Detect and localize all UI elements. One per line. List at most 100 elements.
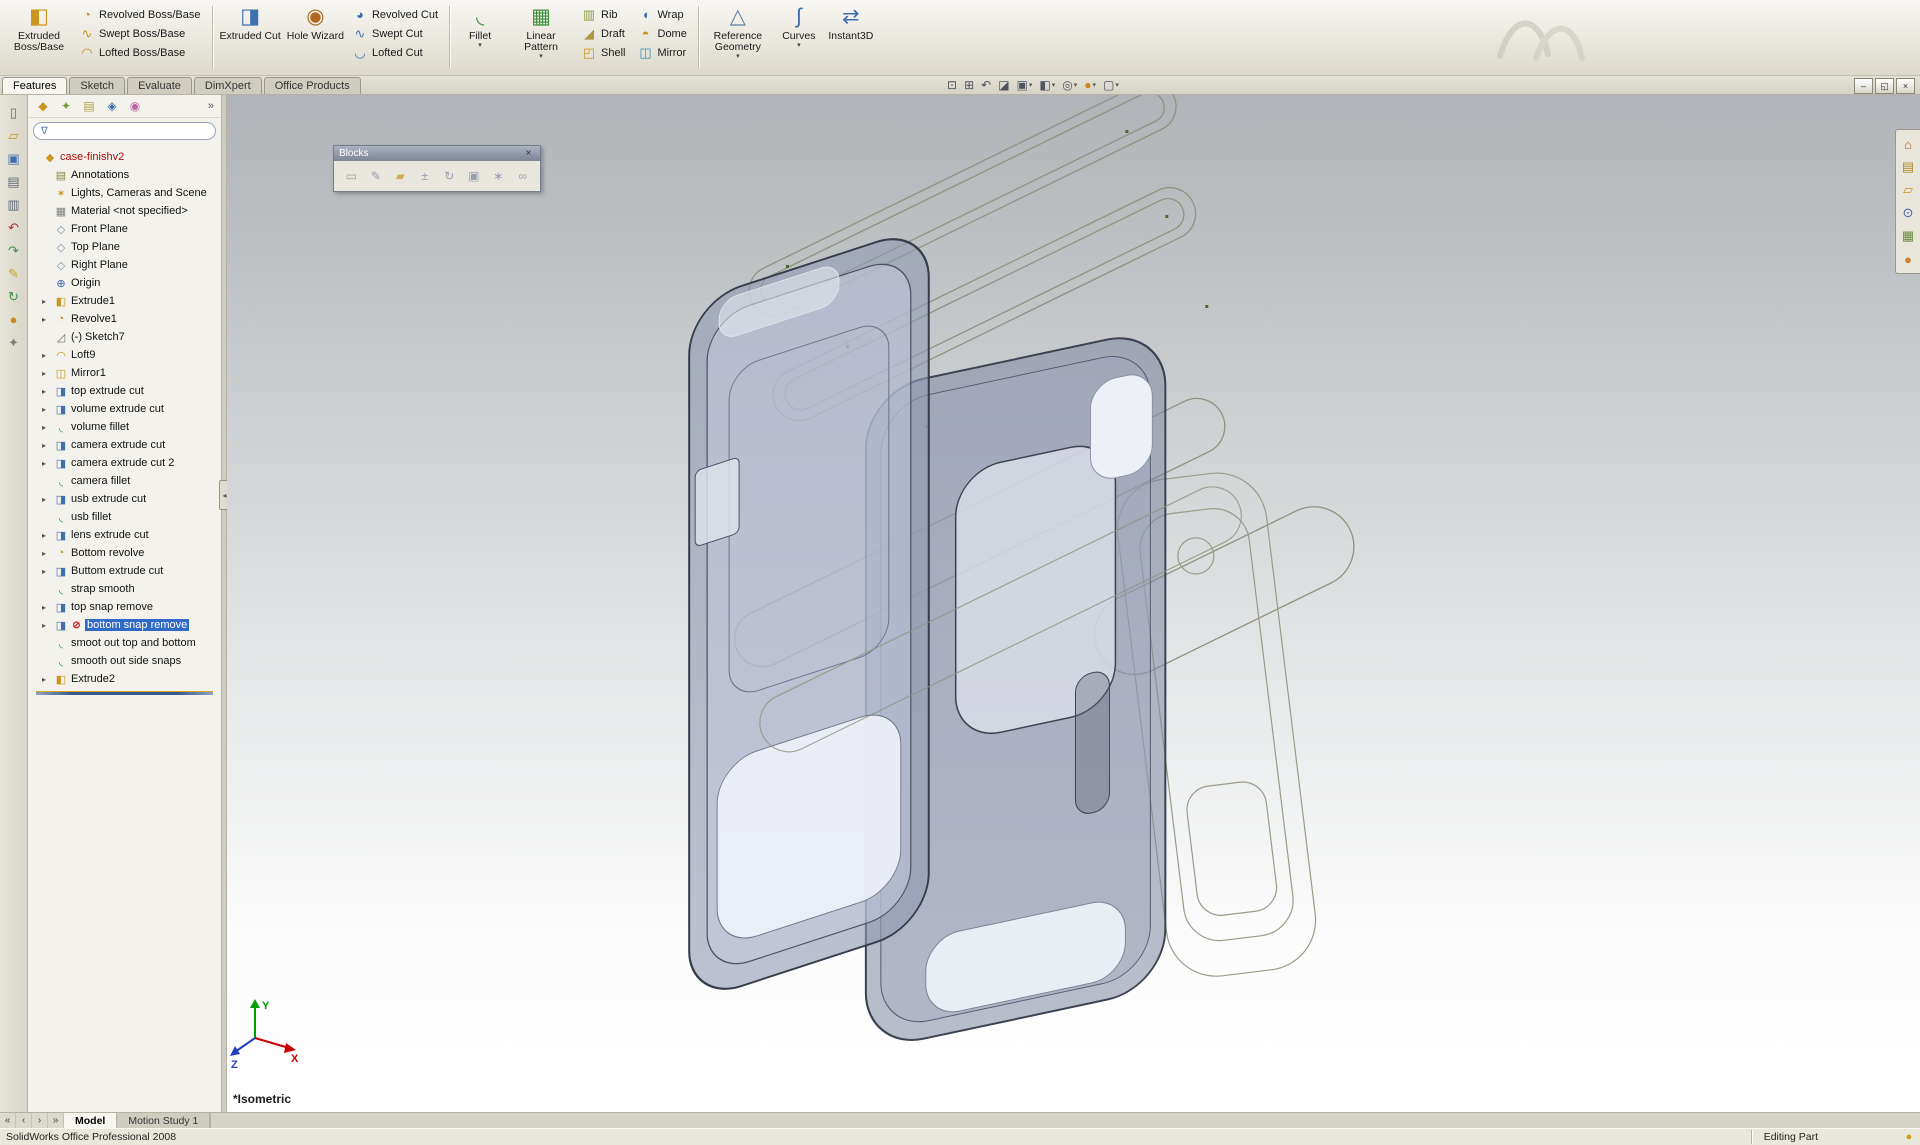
tree-item[interactable]: ▸ ◨ volume extrude cut	[28, 400, 221, 418]
tree-item[interactable]: ▸ ◨ lens extrude cut	[28, 526, 221, 544]
print-button[interactable]: ▤	[3, 172, 25, 191]
blocks-toolbar-titlebar[interactable]: Blocks ×	[334, 146, 540, 161]
dropdown-arrow-icon[interactable]: ▾	[478, 42, 482, 50]
undo-button[interactable]: ↶	[3, 218, 25, 237]
make-block-button[interactable]: ▭	[340, 165, 363, 186]
redo-button[interactable]: ↷	[3, 241, 25, 260]
tree-item[interactable]: ▸ ◟ smoot out top and bottom	[28, 634, 221, 652]
search-button[interactable]: ⊙	[1896, 203, 1920, 223]
view-orientation-button[interactable]: ▣ ▾	[1015, 77, 1035, 93]
hole-wizard-button[interactable]: ◉ Hole Wizard	[284, 2, 347, 73]
edit-sketch-button[interactable]: ✎	[3, 264, 25, 283]
dropdown-arrow-icon[interactable]: ▾	[1029, 81, 1033, 89]
tree-item[interactable]: ▸ ◨ usb extrude cut	[28, 490, 221, 508]
command-tab[interactable]: Features	[2, 77, 68, 94]
mirror-button[interactable]: ◫ Mirror	[635, 44, 690, 61]
tree-item[interactable]: ▸ ✶ Lights, Cameras and Scene	[28, 184, 221, 202]
configurationmanager-tab-button[interactable]: ▤	[81, 98, 97, 114]
command-tab[interactable]: Evaluate	[127, 77, 192, 94]
expand-arrow-icon[interactable]: ▸	[42, 441, 51, 450]
tree-item[interactable]: ▸ ◟ volume fillet	[28, 418, 221, 436]
expand-arrow-icon[interactable]: ▸	[42, 531, 51, 540]
dropdown-arrow-icon[interactable]: ▾	[1052, 81, 1056, 89]
solidworks-resources-button[interactable]: ⌂	[1896, 134, 1920, 154]
lofted-cut-button[interactable]: ◡ Lofted Cut	[349, 44, 441, 61]
belt-chain-button[interactable]: ∞	[512, 165, 535, 186]
expand-arrow-icon[interactable]: ▸	[42, 459, 51, 468]
previous-view-button[interactable]: ↶	[979, 77, 993, 93]
tree-item[interactable]: ▸ ◟ usb fillet	[28, 508, 221, 526]
tree-item[interactable]: ▸ ◆ case-finishv2	[28, 148, 221, 166]
draft-button[interactable]: ◢ Draft	[578, 25, 628, 42]
save-button[interactable]: ▣	[3, 149, 25, 168]
tree-item[interactable]: ▸ ◧ Extrude2	[28, 670, 221, 688]
dropdown-arrow-icon[interactable]: ▾	[539, 53, 543, 61]
tree-item[interactable]: ▸ ◟ strap smooth	[28, 580, 221, 598]
tree-item[interactable]: ▸ ◟ smooth out side snaps	[28, 652, 221, 670]
next-tab-button[interactable]: ›	[32, 1113, 48, 1128]
tree-item[interactable]: ▸ ◫ Mirror1	[28, 364, 221, 382]
view-palette-button[interactable]: ▦	[1896, 226, 1920, 246]
design-library-button[interactable]: ▤	[1896, 157, 1920, 177]
linear-pattern-button[interactable]: ▦ Linear Pattern ▾	[506, 2, 576, 73]
file-explorer-button[interactable]: ▱	[1896, 180, 1920, 200]
featuremanager-tab-button[interactable]: ◆	[35, 98, 51, 114]
wrap-button[interactable]: ◖ Wrap	[635, 6, 690, 23]
tree-item[interactable]: ▸ ◔ Revolve1	[28, 310, 221, 328]
tree-item[interactable]: ▸ ◨ top extrude cut	[28, 382, 221, 400]
feature-tree-filter-input[interactable]	[52, 124, 208, 138]
document-tab[interactable]: Model	[64, 1113, 118, 1128]
tree-item[interactable]: ▸ ◇ Front Plane	[28, 220, 221, 238]
tree-item[interactable]: ▸ ▤ Annotations	[28, 166, 221, 184]
last-tab-button[interactable]: »	[48, 1113, 64, 1128]
reference-geometry-button[interactable]: △ Reference Geometry ▾	[703, 2, 773, 73]
revolved-boss-button[interactable]: ◔ Revolved Boss/Base	[76, 6, 204, 23]
tabs-overflow-chevron[interactable]: »	[208, 100, 214, 112]
rebuild-button[interactable]: ↻	[3, 287, 25, 306]
rollback-bar[interactable]	[36, 691, 213, 695]
appearance-button[interactable]: ●	[3, 310, 25, 329]
apply-scene-button[interactable]: ▢ ▾	[1101, 77, 1121, 93]
expand-arrow-icon[interactable]: ▸	[42, 495, 51, 504]
tree-item[interactable]: ▸ ◟ camera fillet	[28, 472, 221, 490]
phone-case-model-view[interactable]	[227, 95, 1920, 1112]
swept-boss-button[interactable]: ∿ Swept Boss/Base	[76, 25, 204, 42]
tree-item[interactable]: ▸ ◨ ⊘ bottom snap remove	[28, 616, 221, 634]
section-view-button[interactable]: ◪	[996, 77, 1011, 93]
dimxpertmanager-tab-button[interactable]: ◈	[104, 98, 120, 114]
graphics-viewport[interactable]: Blocks × ▭ ✎ ▰ ± ↻ ▣ ∗ ∞ ⌂ ▤ ▱ ⊙ ▦ ● Y X…	[227, 95, 1920, 1112]
expand-arrow-icon[interactable]: ▸	[42, 351, 51, 360]
dropdown-arrow-icon[interactable]: ▾	[1115, 81, 1119, 89]
insert-block-button[interactable]: ▰	[389, 165, 412, 186]
appearances-button[interactable]: ●	[1896, 249, 1920, 269]
expand-arrow-icon[interactable]: ▸	[42, 567, 51, 576]
dome-button[interactable]: ◓ Dome	[635, 25, 690, 42]
minimize-button[interactable]: –	[1854, 78, 1873, 94]
tree-item[interactable]: ▸ ◔ Bottom revolve	[28, 544, 221, 562]
explode-block-button[interactable]: ∗	[487, 165, 510, 186]
expand-arrow-icon[interactable]: ▸	[42, 621, 51, 630]
expand-arrow-icon[interactable]: ▸	[42, 549, 51, 558]
hide-show-items-button[interactable]: ◎ ▾	[1060, 77, 1079, 93]
revolved-cut-button[interactable]: ◕ Revolved Cut	[349, 6, 441, 23]
command-tab[interactable]: Sketch	[69, 77, 126, 94]
dropdown-arrow-icon[interactable]: ▾	[797, 42, 801, 50]
tree-item[interactable]: ▸ ◨ Buttom extrude cut	[28, 562, 221, 580]
zoom-area-button[interactable]: ⊞	[962, 77, 976, 93]
dropdown-arrow-icon[interactable]: ▾	[1093, 81, 1097, 89]
edit-appearance-button[interactable]: ● ▾	[1082, 77, 1098, 93]
tree-item[interactable]: ▸ ⊕ Origin	[28, 274, 221, 292]
add-remove-entities-button[interactable]: ±	[414, 165, 437, 186]
expand-arrow-icon[interactable]: ▸	[42, 315, 51, 324]
expand-arrow-icon[interactable]: ▸	[42, 297, 51, 306]
save-block-button[interactable]: ▣	[463, 165, 486, 186]
tree-item[interactable]: ▸ ◧ Extrude1	[28, 292, 221, 310]
display-style-button[interactable]: ◧ ▾	[1037, 77, 1057, 93]
displaymanager-tab-button[interactable]: ◉	[127, 98, 143, 114]
extruded-cut-button[interactable]: ◨ Extruded Cut	[217, 2, 284, 73]
shell-button[interactable]: ◰ Shell	[578, 44, 628, 61]
print-preview-button[interactable]: ▥	[3, 195, 25, 214]
expand-arrow-icon[interactable]: ▸	[42, 603, 51, 612]
horizontal-scrollbar[interactable]	[210, 1113, 1920, 1128]
close-button[interactable]: ×	[1896, 78, 1915, 94]
